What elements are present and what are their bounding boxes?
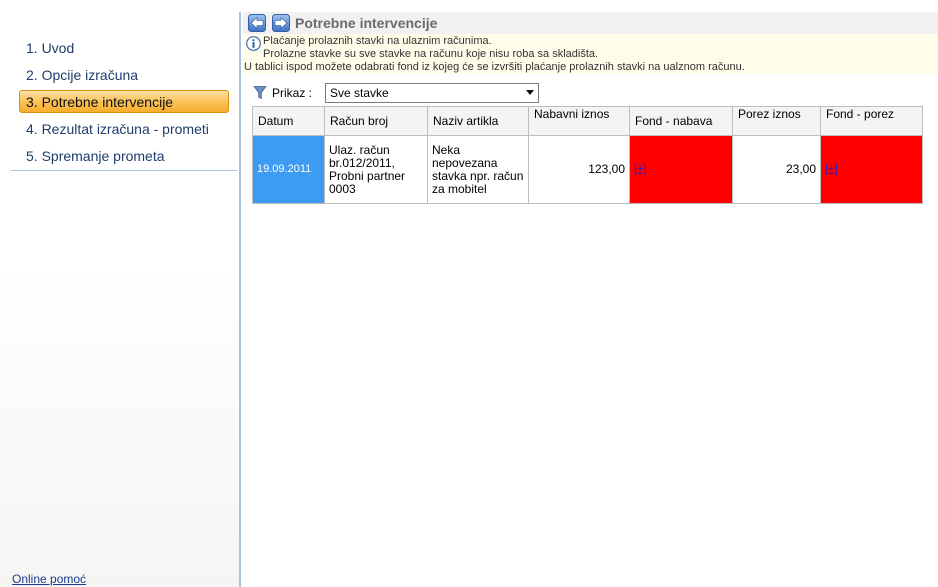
cell-nabavni-iznos[interactable]: 123,00 <box>528 135 630 204</box>
sidebar-divider <box>239 12 241 587</box>
col-header-fond-porez[interactable]: Fond - porez <box>820 106 923 136</box>
chevron-down-icon <box>526 90 534 95</box>
col-header-porez-iznos[interactable]: Porez iznos <box>732 106 821 136</box>
display-select-value: Sve stavke <box>330 86 389 100</box>
wizard-steps: 1. Uvod 2. Opcije izračuna 3. Potrebne i… <box>19 36 229 171</box>
wizard-sidebar: 1. Uvod 2. Opcije izračuna 3. Potrebne i… <box>0 0 239 587</box>
steps-divider <box>11 170 237 171</box>
add-fund-porez-link[interactable]: [+] <box>825 163 838 175</box>
cell-naziv-artikla[interactable]: Neka nepovezana stavka npr. račun za mob… <box>427 135 529 204</box>
info-icon <box>246 36 261 51</box>
cell-racun-broj[interactable]: Ulaz. račun br.012/2011, Probni partner … <box>324 135 428 204</box>
arrow-right-icon <box>272 14 290 32</box>
info-line-1: Plaćanje prolaznih stavki na ulaznim rač… <box>263 35 492 47</box>
intervention-table: Datum Račun broj Naziv artikla Nabavni i… <box>252 106 923 204</box>
table-header-row: Datum Račun broj Naziv artikla Nabavni i… <box>252 106 923 136</box>
table-row[interactable]: 19.09.2011 Ulaz. račun br.012/2011, Prob… <box>252 135 923 204</box>
step-opcije-izracuna[interactable]: 2. Opcije izračuna <box>19 63 229 86</box>
info-line-2: Prolazne stavke su sve stavke na računu … <box>263 48 599 60</box>
cell-porez-iznos[interactable]: 23,00 <box>732 135 821 204</box>
step-spremanje-prometa[interactable]: 5. Spremanje prometa <box>19 144 229 167</box>
col-header-fond-nabava[interactable]: Fond - nabava <box>629 106 733 136</box>
step-potrebne-intervencije[interactable]: 3. Potrebne intervencije <box>19 90 229 113</box>
col-header-naziv-artikla[interactable]: Naziv artikla <box>427 106 529 136</box>
page-title: Potrebne intervencije <box>295 15 438 31</box>
arrow-left-icon <box>248 14 266 32</box>
back-button[interactable] <box>248 14 266 32</box>
page-header: Potrebne intervencije <box>243 12 938 34</box>
step-rezultat-izracuna[interactable]: 4. Rezultat izračuna - prometi <box>19 117 229 140</box>
info-box: Plaćanje prolaznih stavki na ulaznim rač… <box>243 34 938 74</box>
cell-fond-nabava: [+] <box>629 135 733 204</box>
cell-fond-porez: [+] <box>820 135 923 204</box>
forward-button[interactable] <box>272 14 290 32</box>
step-uvod[interactable]: 1. Uvod <box>19 36 229 59</box>
col-header-nabavni-iznos[interactable]: Nabavni iznos <box>528 106 630 136</box>
funnel-icon <box>253 86 267 100</box>
col-header-racun-broj[interactable]: Račun broj <box>324 106 428 136</box>
col-header-datum[interactable]: Datum <box>252 106 325 136</box>
display-select[interactable]: Sve stavke <box>325 83 539 103</box>
add-fund-nabava-link[interactable]: [+] <box>634 163 647 175</box>
cell-datum[interactable]: 19.09.2011 <box>252 135 325 204</box>
filter-label: Prikaz : <box>272 86 313 100</box>
info-line-3: U tablici ispod možete odabrati fond iz … <box>244 61 745 73</box>
online-help-link[interactable]: Online pomoć <box>12 572 86 586</box>
